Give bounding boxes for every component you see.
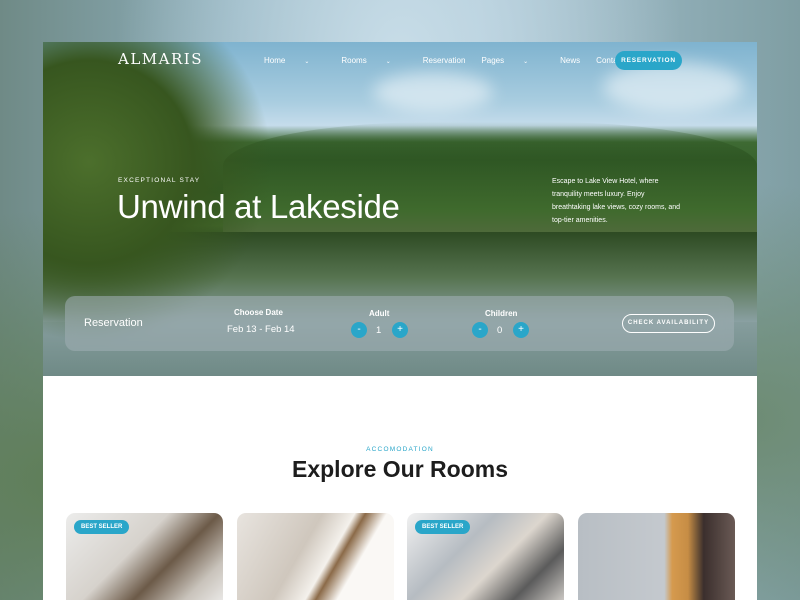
- chevron-down-icon: ⌄: [385, 59, 391, 65]
- children-count: 0: [497, 325, 503, 336]
- adult-label: Adult: [369, 309, 390, 318]
- section-eyebrow: ACCOMODATION: [366, 446, 434, 453]
- hero-section: ALMARIS Home ⌄ Rooms ⌄ Reservation Pages ⌄ …: [43, 42, 757, 376]
- date-picker[interactable]: Feb 13 - Feb 14: [227, 324, 295, 335]
- nav-item-news[interactable]: News: [560, 56, 580, 65]
- adult-minus-button[interactable]: -: [351, 322, 367, 338]
- adult-count: 1: [376, 325, 382, 336]
- logo[interactable]: ALMARIS: [118, 50, 203, 68]
- children-label: Children: [485, 309, 518, 318]
- adult-plus-button[interactable]: +: [392, 322, 408, 338]
- children-minus-button[interactable]: -: [472, 322, 488, 338]
- room-card[interactable]: BEST SELLER: [66, 513, 223, 600]
- chevron-down-icon: ⌄: [523, 59, 529, 65]
- reservation-bar: Reservation Choose Date Feb 13 - Feb 14 …: [65, 296, 734, 351]
- check-availability-button[interactable]: CHECK AVAILABILITY: [622, 314, 715, 333]
- room-card[interactable]: [578, 513, 735, 600]
- nav-item-reservation[interactable]: Reservation: [423, 56, 466, 65]
- hero-title: Unwind at Lakeside: [117, 188, 400, 225]
- nav-menu: Home ⌄ Rooms ⌄ Reservation Pages ⌄ News Con…: [264, 56, 640, 65]
- room-card[interactable]: [237, 513, 394, 600]
- chevron-down-icon: ⌄: [304, 59, 310, 65]
- best-seller-badge: BEST SELLER: [415, 520, 471, 534]
- date-label: Choose Date: [234, 308, 283, 317]
- section-title: Explore Our Rooms: [292, 456, 508, 482]
- nav-item-home[interactable]: Home ⌄: [264, 56, 325, 65]
- nav-item-pages[interactable]: Pages ⌄: [481, 56, 544, 65]
- top-nav: ALMARIS Home ⌄ Rooms ⌄ Reservation Pages ⌄ …: [43, 42, 757, 80]
- hero-eyebrow: EXCEPTIONAL STAY: [118, 177, 201, 184]
- website-page: ALMARIS Home ⌄ Rooms ⌄ Reservation Pages ⌄ …: [43, 42, 757, 600]
- hero-description: Escape to Lake View Hotel, where tranqui…: [552, 178, 681, 224]
- nav-item-rooms[interactable]: Rooms ⌄: [341, 56, 406, 65]
- best-seller-badge: BEST SELLER: [74, 520, 130, 534]
- reservation-title: Reservation: [84, 317, 143, 329]
- room-card[interactable]: BEST SELLER: [407, 513, 564, 600]
- reservation-button[interactable]: RESERVATION: [615, 51, 682, 70]
- children-plus-button[interactable]: +: [513, 322, 529, 338]
